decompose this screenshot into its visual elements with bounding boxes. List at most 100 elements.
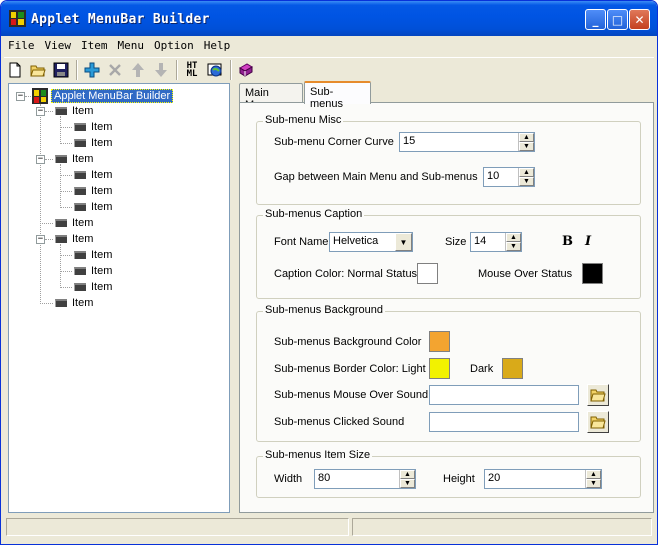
tree-item[interactable]: Item [72, 297, 93, 309]
move-up-icon[interactable] [127, 59, 149, 81]
bold-button[interactable]: B [562, 234, 573, 249]
clicked-sound-label: Sub-menus Clicked Sound [274, 416, 405, 428]
panel-splitter[interactable] [233, 83, 237, 513]
app-icon [32, 88, 48, 104]
help-book-icon[interactable] [235, 59, 257, 81]
preview-icon[interactable] [204, 59, 226, 81]
tree-item[interactable]: Item [72, 105, 93, 117]
tree-expander[interactable]: − [36, 107, 45, 116]
stepper-arrows[interactable]: ▲ ▼ [399, 470, 415, 488]
new-icon[interactable] [4, 59, 26, 81]
gap-label: Gap between Main Menu and Sub-menus [274, 171, 478, 183]
menu-menu[interactable]: Menu [114, 39, 149, 52]
add-icon[interactable] [81, 59, 103, 81]
tree-item[interactable]: Item [72, 217, 93, 229]
down-arrow-icon[interactable]: ▼ [519, 177, 534, 186]
border-dark-swatch[interactable] [502, 358, 523, 379]
bg-color-swatch[interactable] [429, 331, 450, 352]
tree-item[interactable]: Item [91, 137, 112, 149]
delete-icon[interactable] [104, 59, 126, 81]
up-arrow-icon[interactable]: ▲ [506, 233, 521, 242]
corner-curve-stepper[interactable]: 15 ▲ ▼ [399, 132, 535, 152]
html-icon[interactable]: HT ML [181, 59, 203, 81]
font-name-select[interactable]: Helvetica ▼ [329, 232, 413, 252]
group-sub-menus-caption: Sub-menus Caption Font Name Helvetica ▼ … [256, 208, 641, 299]
tree-item[interactable]: Item [91, 121, 112, 133]
mouse-over-sound-input[interactable] [429, 385, 579, 405]
menu-option[interactable]: Option [150, 39, 198, 52]
tree-item[interactable]: Item [91, 185, 112, 197]
app-window: Applet MenuBar Builder _ □ ✕ File View I… [0, 0, 658, 545]
stepper-arrows[interactable]: ▲ ▼ [505, 233, 521, 251]
down-arrow-icon[interactable]: ▼ [506, 242, 521, 251]
close-button[interactable]: ✕ [629, 9, 650, 30]
clicked-sound-input[interactable] [429, 412, 579, 432]
tree-item[interactable]: Item [72, 233, 93, 245]
tree-item[interactable]: Item [91, 281, 112, 293]
width-label: Width [274, 473, 303, 485]
tree-connector [45, 159, 53, 160]
chevron-down-icon[interactable]: ▼ [395, 233, 412, 251]
menu-help[interactable]: Help [200, 39, 235, 52]
tree-connector [40, 223, 53, 224]
menu-item[interactable]: Item [77, 39, 112, 52]
stepper-arrows[interactable]: ▲ ▼ [518, 168, 534, 186]
caption-mouse-over-color-swatch[interactable] [582, 263, 603, 284]
down-arrow-icon[interactable]: ▼ [586, 479, 601, 488]
gap-stepper[interactable]: 10 ▲ ▼ [483, 167, 535, 187]
tree-expander[interactable]: − [36, 155, 45, 164]
item-node-icon [74, 203, 86, 211]
item-width-value: 80 [318, 472, 331, 484]
height-label: Height [443, 473, 475, 485]
tree-connector [60, 207, 72, 208]
font-size-stepper[interactable]: 14 ▲ ▼ [470, 232, 522, 252]
tree-item[interactable]: Item [91, 249, 112, 261]
border-light-swatch[interactable] [429, 358, 450, 379]
item-height-stepper[interactable]: 20 ▲ ▼ [484, 469, 602, 489]
up-arrow-icon[interactable]: ▲ [586, 470, 601, 479]
tree-expander[interactable]: − [36, 235, 45, 244]
item-node-icon [74, 123, 86, 131]
browse-mouse-over-sound-button[interactable] [587, 384, 609, 406]
group-title: Sub-menus Item Size [263, 449, 373, 461]
item-width-stepper[interactable]: 80 ▲ ▼ [314, 469, 416, 489]
tree-item[interactable]: Item [91, 201, 112, 213]
tree-item[interactable]: Item [91, 169, 112, 181]
tree-expander[interactable]: − [16, 92, 25, 101]
browse-clicked-sound-button[interactable] [587, 411, 609, 433]
minimize-button[interactable]: _ [585, 9, 606, 30]
menu-file[interactable]: File [4, 39, 39, 52]
open-icon[interactable] [27, 59, 49, 81]
maximize-button[interactable]: □ [607, 9, 628, 30]
up-arrow-icon[interactable]: ▲ [519, 168, 534, 177]
tab-sub-menus[interactable]: Sub-menus [304, 81, 371, 110]
menu-node-icon [55, 155, 67, 163]
tree-item[interactable]: Item [91, 265, 112, 277]
item-node-icon [74, 171, 86, 179]
menu-bar: File View Item Menu Option Help [4, 36, 654, 55]
group-sub-menu-misc: Sub-menu Misc Sub-menu Corner Curve 15 ▲… [256, 114, 641, 205]
item-node-icon [74, 139, 86, 147]
save-icon[interactable] [50, 59, 72, 81]
bg-color-label: Sub-menus Background Color [274, 336, 422, 348]
tree-connector [40, 104, 41, 304]
down-arrow-icon[interactable]: ▼ [519, 142, 534, 151]
move-down-icon[interactable] [150, 59, 172, 81]
mouse-over-status-label: Mouse Over Status [478, 268, 573, 280]
menu-view[interactable]: View [41, 39, 76, 52]
title-bar[interactable]: Applet MenuBar Builder _ □ ✕ [1, 1, 657, 36]
stepper-arrows[interactable]: ▲ ▼ [518, 133, 534, 151]
italic-button[interactable]: I [585, 234, 591, 249]
group-title: Sub-menus Caption [263, 208, 365, 220]
menu-node-icon [55, 219, 67, 227]
tab-main-menu[interactable]: Main Menu [239, 83, 303, 111]
tree-root-label[interactable]: Applet MenuBar Builder [51, 89, 174, 103]
down-arrow-icon[interactable]: ▼ [400, 479, 415, 488]
item-node-icon [74, 187, 86, 195]
caption-normal-color-swatch[interactable] [417, 263, 438, 284]
up-arrow-icon[interactable]: ▲ [519, 133, 534, 142]
stepper-arrows[interactable]: ▲ ▼ [585, 470, 601, 488]
tree-item[interactable]: Item [72, 153, 93, 165]
up-arrow-icon[interactable]: ▲ [400, 470, 415, 479]
menu-tree[interactable]: − Applet MenuBar Builder − Item Item Ite… [8, 83, 230, 513]
